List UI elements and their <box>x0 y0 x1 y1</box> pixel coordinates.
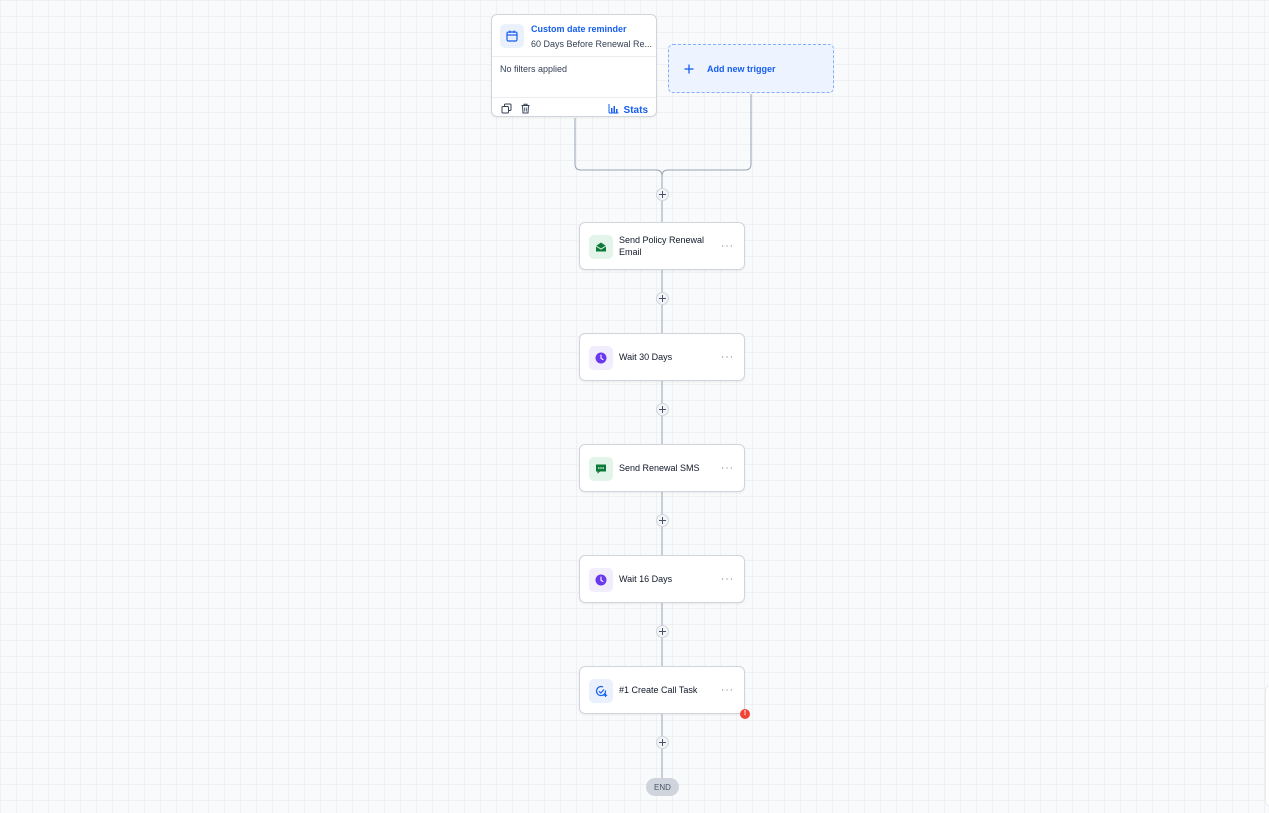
trigger-subtitle: 60 Days Before Renewal Re... <box>531 39 653 49</box>
bar-chart-icon <box>608 101 619 119</box>
action-label: Send Renewal SMS <box>619 463 700 473</box>
trigger-card[interactable]: Custom date reminder 60 Days Before Rene… <box>491 14 657 117</box>
action-wait-30-days[interactable]: Wait 30 Days ··· <box>579 333 745 381</box>
more-options-icon[interactable]: ··· <box>721 574 734 585</box>
action-label: #1 Create Call Task <box>619 685 698 695</box>
action-send-renewal-sms[interactable]: Send Renewal SMS ··· <box>579 444 745 492</box>
add-step-button[interactable] <box>656 736 669 749</box>
more-options-icon[interactable]: ··· <box>721 463 734 474</box>
divider <box>492 56 656 57</box>
add-step-button[interactable] <box>656 188 669 201</box>
add-step-button[interactable] <box>656 403 669 416</box>
action-create-call-task[interactable]: #1 Create Call Task ··· <box>579 666 745 714</box>
action-label: Send Policy Renewal Email <box>619 235 705 257</box>
more-options-icon[interactable]: ··· <box>721 685 734 696</box>
trash-icon[interactable] <box>518 101 532 115</box>
action-label: Wait 30 Days <box>619 352 673 362</box>
sms-icon <box>589 457 613 481</box>
plus-icon <box>659 628 666 635</box>
trigger-title: Custom date reminder <box>531 24 627 34</box>
more-options-icon[interactable]: ··· <box>721 241 734 252</box>
plus-icon <box>659 295 666 302</box>
clock-icon <box>589 346 613 370</box>
plus-icon <box>659 739 666 746</box>
end-node: END <box>646 778 679 796</box>
more-options-icon[interactable]: ··· <box>721 352 734 363</box>
add-step-button[interactable] <box>656 625 669 638</box>
stats-label: Stats <box>623 104 648 116</box>
plus-icon <box>659 406 666 413</box>
stats-button[interactable]: Stats <box>608 101 648 119</box>
plus-icon <box>659 517 666 524</box>
action-wait-16-days[interactable]: Wait 16 Days ··· <box>579 555 745 603</box>
add-new-trigger-button[interactable]: Add new trigger <box>668 44 834 93</box>
email-icon <box>589 235 613 259</box>
plus-icon <box>659 191 666 198</box>
action-label: Wait 16 Days <box>619 574 673 584</box>
plus-icon <box>677 57 701 81</box>
divider <box>492 97 656 98</box>
add-step-button[interactable] <box>656 514 669 527</box>
add-step-button[interactable] <box>656 292 669 305</box>
trigger-filters-text: No filters applied <box>500 64 568 74</box>
error-badge[interactable]: ! <box>740 709 750 719</box>
copy-icon[interactable] <box>499 101 513 115</box>
task-icon <box>589 679 613 703</box>
add-new-trigger-label: Add new trigger <box>707 63 776 74</box>
side-panel-edge[interactable] <box>1265 685 1269 807</box>
action-send-policy-renewal-email[interactable]: Send Policy Renewal Email ··· <box>579 222 745 270</box>
clock-icon <box>589 568 613 592</box>
calendar-icon <box>500 24 524 48</box>
